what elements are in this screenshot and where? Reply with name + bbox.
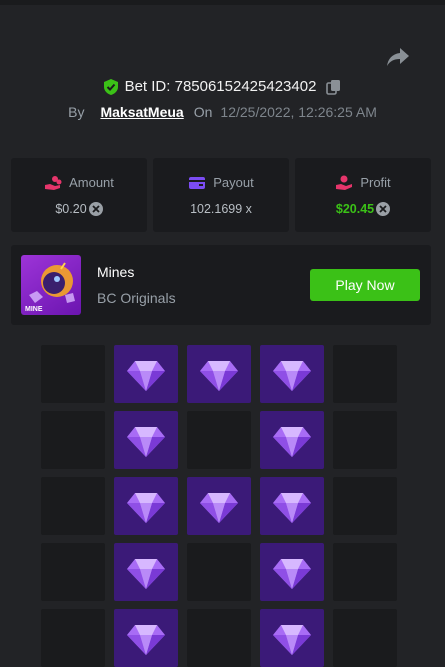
- diamond-gem-icon: [127, 493, 165, 523]
- revealed-gem-tile: [114, 411, 178, 469]
- payout-stat: Payout 102.1699 x: [153, 158, 289, 232]
- unrevealed-tile: [333, 345, 397, 403]
- currency-coin-icon: [88, 201, 103, 216]
- amount-stat: Amount $0.20: [11, 158, 147, 232]
- on-label: On: [193, 104, 213, 120]
- diamond-gem-icon: [200, 493, 238, 523]
- diamond-gem-icon: [273, 427, 311, 457]
- thumbnail-label: MINE: [25, 306, 43, 313]
- profit-label: Profit: [360, 175, 391, 190]
- revealed-gem-tile: [260, 345, 324, 403]
- unrevealed-tile: [333, 411, 397, 469]
- revealed-gem-tile: [114, 345, 178, 403]
- by-label: By: [68, 104, 85, 120]
- card-icon: [189, 176, 206, 189]
- revealed-gem-tile: [187, 345, 251, 403]
- profit-value: $20.45: [335, 201, 375, 216]
- amount-value: $0.20: [55, 201, 87, 216]
- top-bar: [0, 0, 445, 5]
- amount-label: Amount: [69, 175, 114, 190]
- unrevealed-tile: [187, 609, 251, 667]
- currency-coin-icon: [376, 201, 391, 216]
- revealed-gem-tile: [187, 477, 251, 535]
- diamond-gem-icon: [273, 559, 311, 589]
- username-link[interactable]: MaksatMeua: [100, 104, 183, 120]
- revealed-gem-tile: [114, 609, 178, 667]
- revealed-gem-tile: [260, 477, 324, 535]
- revealed-gem-tile: [260, 411, 324, 469]
- unrevealed-tile: [41, 411, 105, 469]
- play-now-button[interactable]: Play Now: [310, 269, 420, 301]
- revealed-gem-tile: [114, 543, 178, 601]
- profit-stat: Profit $20.45: [295, 158, 431, 232]
- unrevealed-tile: [333, 609, 397, 667]
- mines-bomb-icon: MINE: [25, 262, 75, 313]
- unrevealed-tile: [187, 411, 251, 469]
- diamond-gem-icon: [200, 361, 238, 391]
- bet-id-row: Bet ID: 78506152425423402: [0, 78, 445, 95]
- unrevealed-tile: [333, 543, 397, 601]
- mines-game-thumbnail[interactable]: MINE: [21, 255, 81, 315]
- bet-id: Bet ID: 78506152425423402: [124, 78, 317, 95]
- share-icon[interactable]: [386, 46, 410, 68]
- unrevealed-tile: [41, 543, 105, 601]
- diamond-gem-icon: [273, 493, 311, 523]
- game-provider: BC Originals: [97, 290, 176, 306]
- diamond-gem-icon: [127, 361, 165, 391]
- payout-label: Payout: [213, 175, 254, 190]
- game-name: Mines: [97, 264, 135, 280]
- bet-author-row: By MaksatMeua On 12/25/2022, 12:26:25 AM: [0, 104, 445, 120]
- diamond-gem-icon: [273, 361, 311, 391]
- unrevealed-tile: [41, 345, 105, 403]
- revealed-gem-tile: [114, 477, 178, 535]
- profit-hand-icon: [336, 175, 353, 190]
- bet-date: 12/25/2022, 12:26:25 AM: [220, 104, 377, 120]
- diamond-gem-icon: [127, 559, 165, 589]
- unrevealed-tile: [333, 477, 397, 535]
- diamond-gem-icon: [273, 625, 311, 655]
- verified-shield-icon: [103, 78, 118, 95]
- copy-icon[interactable]: [326, 79, 342, 95]
- revealed-gem-tile: [260, 543, 324, 601]
- unrevealed-tile: [187, 543, 251, 601]
- unrevealed-tile: [41, 477, 105, 535]
- coins-hand-icon: [45, 175, 62, 190]
- bet-stats: Amount $0.20 Payout 102.1699 x Profit $2…: [11, 158, 431, 232]
- unrevealed-tile: [41, 609, 105, 667]
- diamond-gem-icon: [127, 427, 165, 457]
- game-card: MINE Mines BC Originals Play Now: [11, 245, 431, 325]
- diamond-gem-icon: [127, 625, 165, 655]
- revealed-gem-tile: [260, 609, 324, 667]
- payout-value: 102.1699 x: [190, 201, 252, 216]
